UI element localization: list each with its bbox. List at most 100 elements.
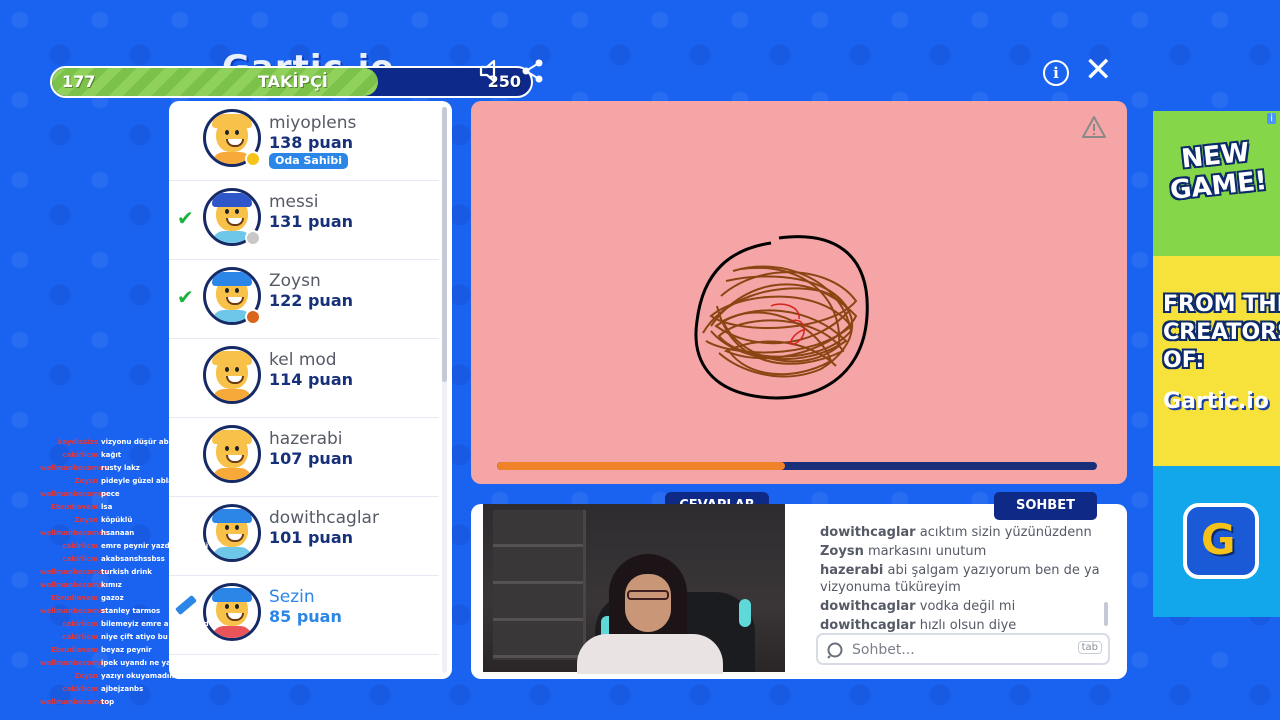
overlay-text: stanley tarmos [101,607,161,615]
player-name: Sezin [269,587,315,607]
report-warning-icon[interactable] [1081,115,1107,143]
tab-key-hint: tab [1077,641,1102,654]
players-panel: miyoplens 138 puan Oda Sahibi ✔ messi 131 pua… [169,101,452,679]
overlay-username: wellmanbecomes [40,698,108,706]
overlay-username: Zoysn [74,516,98,524]
overlay-username: Ebrudiavam [51,503,98,511]
overlay-username: cakirlicm [62,685,98,693]
overlay-chat-line: wellmanbecomeskımız [40,579,190,592]
overlay-text: rusty lakz [101,464,140,472]
player-row[interactable]: kel mod 114 puan [169,338,439,418]
chat-input[interactable] [850,639,1074,661]
chat-text: vodka değil mi [919,599,1016,614]
player-row[interactable]: miyoplens 138 puan Oda Sahibi [169,101,439,181]
chat-message: dowithcaglar hızlı olsun diye [820,617,1105,634]
overlay-chat-line: wellmanbecomesipek uyandı ne yapayım [40,657,195,670]
overlay-chat-line: wellmanbecomespece [40,488,190,501]
player-row[interactable]: Sezin 85 puan [169,575,439,655]
chat-text: acıktım sizin yüzünüzdenn [919,525,1092,540]
overlay-chat-line: cakirlicm ajbejzanbs [40,683,190,696]
avatar [203,504,261,562]
overlay-chat-line: Ebrudiavam beyaz peynir [40,644,190,657]
overlay-chat-line: cakirlicm akabsanshssbss [40,553,190,566]
player-name: hazerabi [269,429,343,449]
overlay-chat-line: Ebrudiavam lsa [40,501,190,514]
advertisement[interactable]: NEW GAME! FROM THE CREATORS OF: Gartic.i… [1153,111,1280,617]
overlay-text: akabsanshssbss [101,555,165,563]
overlay-chat-line: Zoysn yazıyı okuyamadım ki [40,670,190,683]
chat-input-box[interactable]: tab [816,633,1110,665]
chat-message: dowithcaglar vodka değil mi [820,598,1105,615]
overlay-chat-line: kaydissizs vizyonu düşür abla [40,436,190,449]
player-row[interactable]: ✔ messi 131 puan [169,180,439,260]
chat-log: dowithcaglar acıktım sizin yüzünüzdenn Zo… [820,524,1105,636]
follower-label: TAKİPÇİ [258,72,328,91]
avatar [203,346,261,404]
overlay-text: pideyle güzel abla [101,477,173,485]
ad-brand: Gartic.io [1163,389,1269,414]
player-score: 107 puan [269,449,353,468]
overlay-text: yazıyı okuyamadım ki [101,672,187,680]
follower-count: 177 [62,72,96,91]
sound-icon[interactable] [478,58,504,88]
overlay-username: wellmanbecomes [40,464,108,472]
status-badge [245,309,261,325]
avatar [203,583,261,641]
overlay-username: cakirlicm [62,633,98,641]
info-icon[interactable]: i [1043,60,1069,86]
overlay-username: wellmanbecomes [40,568,108,576]
round-timer-bar [497,462,1097,470]
share-icon[interactable] [520,58,546,88]
overlay-text: turkish drink [101,568,152,576]
player-row[interactable]: dowithcaglar 101 puan [169,496,439,576]
overlay-chat-line: Ebrudiavam gazoz [40,592,190,605]
player-name: Zoysn [269,271,321,291]
drawing-canvas[interactable] [471,101,1127,484]
overlay-chat-line: wellmanbecomesrusty lakz [40,462,190,475]
follower-goal-bar: 177 TAKİPÇİ 250 [50,66,533,98]
status-badge [245,151,261,167]
ad-info-icon[interactable]: i [1267,113,1276,124]
room-owner-badge: Oda Sahibi [269,153,349,169]
close-icon[interactable]: ✕ [1084,52,1113,88]
streamer-webcam [483,504,785,674]
overlay-text: hsanaan [101,529,135,537]
overlay-chat-line: cakirlicm bilemeyiz emre akbejsbsbd [40,618,208,631]
overlay-username: Ebrudiavam [51,646,98,654]
player-row[interactable]: ✔ Zoysn 122 puan [169,259,439,339]
chat-scrollbar[interactable] [1104,602,1108,626]
overlay-chat-line: cakirlicm kağıt [40,449,190,462]
player-row[interactable]: hazerabi 107 puan [169,417,439,497]
player-score: 101 puan [269,528,353,547]
ad-headline: NEW GAME! [1168,137,1269,206]
overlay-username: wellmanbecomes [40,659,108,667]
player-score: 85 puan [269,607,342,626]
overlay-chat-line: Zoysn pideyle güzel abla [40,475,190,488]
chat-username: dowithcaglar [820,599,916,614]
overlay-username: cakirlicm [62,620,98,628]
overlay-username: wellmanbecomes [40,581,108,589]
player-score: 122 puan [269,291,353,310]
player-score: 114 puan [269,370,353,389]
overlay-text: ajbejzanbs [101,685,144,693]
chat-username: dowithcaglar [820,525,916,540]
overlay-username: Ebrudiavam [51,594,98,602]
overlay-chat-line: cakirlicm emre peynir yazdi diye aldi [40,540,208,553]
overlay-text: köpüklü [101,516,133,524]
overlay-username: Zoysn [74,672,98,680]
overlay-chat-line: wellmanbecomesstanley tarmos [40,605,190,618]
players-scrollbar-thumb[interactable] [442,107,447,382]
player-name: miyoplens [269,113,357,133]
chat-username: dowithcaglar [820,618,916,633]
player-name: messi [269,192,319,212]
ad-app-icon[interactable]: G [1183,503,1259,579]
overlay-text: niye çift atiyo bu gun la [101,633,195,641]
player-score: 131 puan [269,212,353,231]
overlay-text: vizyonu düşür abla [101,438,176,446]
overlay-text: gazoz [101,594,124,602]
tab-chat[interactable]: SOHBET [994,492,1097,520]
overlay-username: Zoysn [74,477,98,485]
overlay-username: wellmanbecomes [40,529,108,537]
chat-username: Zoysn [820,544,864,559]
player-name: kel mod [269,350,337,370]
